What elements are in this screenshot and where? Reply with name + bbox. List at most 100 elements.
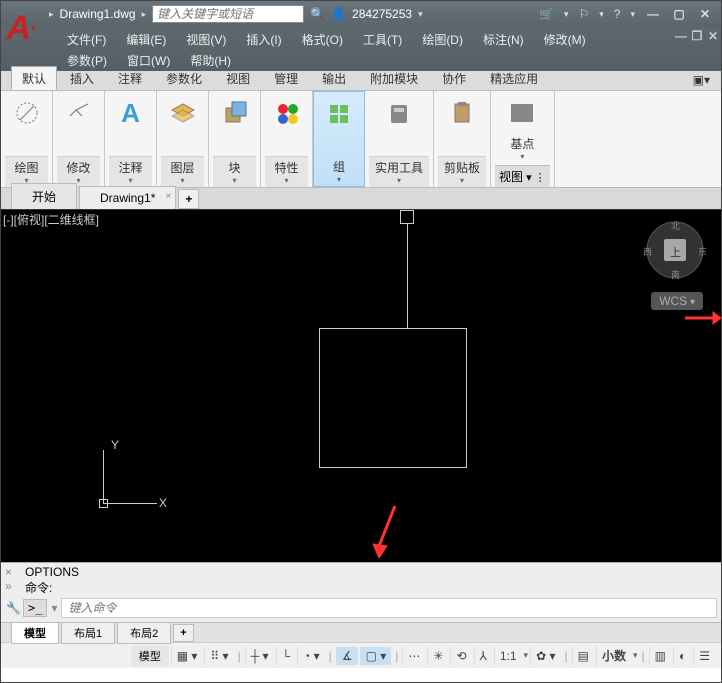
layout-tabs: 模型 布局1 布局2 + bbox=[1, 622, 721, 642]
layout-tab-2[interactable]: 布局2 bbox=[117, 622, 171, 644]
status-bar: 模型 ▦ ▾ ⠿ ▾ | ┼ ▾ └ ◔ ▾ | ∡ ▢ ▾ | ⋯ ✳ ⟲ ⅄… bbox=[1, 642, 721, 668]
osnap-icon[interactable]: ∡ bbox=[336, 647, 358, 665]
maximize-button[interactable]: ▢ bbox=[671, 7, 687, 21]
clean-screen-icon[interactable]: ◐ bbox=[673, 647, 691, 665]
search-input[interactable] bbox=[152, 5, 304, 23]
units-label[interactable]: 小数 bbox=[596, 645, 631, 666]
help-icon[interactable]: ? bbox=[614, 7, 621, 21]
viewport-label[interactable]: [-][俯视][二维线框] bbox=[3, 211, 99, 228]
ribbon-panel-modify[interactable]: 修改▾ bbox=[53, 91, 105, 187]
ribbon-tab-manage[interactable]: 管理 bbox=[263, 66, 309, 90]
ortho-icon[interactable]: ┼ ▾ bbox=[245, 647, 274, 665]
child-minimize-button[interactable]: — bbox=[673, 29, 689, 50]
status-model[interactable]: 模型 bbox=[131, 646, 169, 666]
menu-dimension[interactable]: 标注(N) bbox=[473, 29, 534, 50]
doc-dropdown-icon[interactable]: ▸ bbox=[142, 9, 147, 20]
menu-modify[interactable]: 修改(M) bbox=[534, 29, 596, 50]
view-cube[interactable]: 上 北 南 西 东 bbox=[645, 220, 705, 280]
ribbon-tabs: 默认 插入 注释 参数化 视图 管理 输出 附加模块 协作 精选应用 ▣▾ bbox=[1, 71, 721, 91]
drawing-viewport[interactable]: [-][俯视][二维线框] Y X 上 北 南 西 东 WCS ▾ bbox=[1, 210, 721, 562]
wrench-icon[interactable]: 🔧 bbox=[6, 601, 21, 615]
ribbon-panel-group[interactable]: 组▾ bbox=[313, 91, 365, 187]
ribbon-tab-addins[interactable]: 附加模块 bbox=[359, 66, 429, 90]
child-close-button[interactable]: ✕ bbox=[705, 29, 721, 50]
otrack-icon[interactable]: ▢ ▾ bbox=[360, 647, 392, 665]
cart-icon[interactable]: 🛒 bbox=[539, 7, 554, 21]
menu-view[interactable]: 视图(V) bbox=[176, 29, 236, 50]
transparency-icon[interactable]: ✳ bbox=[427, 647, 448, 665]
drawing-handle bbox=[400, 210, 414, 224]
ribbon-tab-annotate[interactable]: 注释 bbox=[107, 66, 153, 90]
username[interactable]: 284275253 bbox=[352, 7, 412, 21]
tab-start[interactable]: 开始 bbox=[11, 183, 77, 209]
ribbon-tab-collab[interactable]: 协作 bbox=[431, 66, 477, 90]
ribbon-tab-insert[interactable]: 插入 bbox=[59, 66, 105, 90]
menu-file[interactable]: 文件(F) bbox=[57, 29, 116, 50]
ribbon: 默认 插入 注释 参数化 视图 管理 输出 附加模块 协作 精选应用 ▣▾ 绘图… bbox=[1, 71, 721, 188]
minimize-button[interactable]: — bbox=[645, 7, 661, 21]
ribbon-tab-parametric[interactable]: 参数化 bbox=[155, 66, 213, 90]
close-tab-icon[interactable]: × bbox=[166, 191, 172, 202]
layout-tab-1[interactable]: 布局1 bbox=[61, 622, 115, 644]
user-dropdown-icon[interactable]: ▾ bbox=[418, 9, 423, 20]
ribbon-panel-block[interactable]: 块▾ bbox=[209, 91, 261, 187]
isodraft-icon[interactable]: ◔ ▾ bbox=[297, 647, 325, 665]
cycling-icon[interactable]: ⟲ bbox=[450, 647, 471, 665]
base-icon bbox=[504, 95, 540, 131]
annotation-arrow-down bbox=[371, 502, 401, 558]
close-button[interactable]: ✕ bbox=[697, 7, 713, 21]
share-icon[interactable]: ⚐ bbox=[578, 7, 589, 21]
ribbon-tab-output[interactable]: 输出 bbox=[311, 66, 357, 90]
menu-insert[interactable]: 插入(I) bbox=[236, 29, 291, 50]
binoculars-icon[interactable]: 🔍 bbox=[310, 7, 325, 21]
group-icon bbox=[321, 96, 357, 132]
close-cmd-icon[interactable]: ×» bbox=[5, 565, 12, 593]
command-prompt-icon[interactable]: >_ bbox=[23, 599, 47, 617]
app-logo-icon: A▾ bbox=[2, 2, 40, 54]
menu-draw[interactable]: 绘图(D) bbox=[412, 29, 473, 50]
viewport-dropdown[interactable]: 视图 ▾ ⋮ bbox=[495, 165, 550, 187]
annoscale-icon[interactable]: ⅄ bbox=[474, 647, 492, 665]
quickprops-icon[interactable]: ▥ bbox=[649, 647, 671, 665]
layout-tab-model[interactable]: 模型 bbox=[11, 622, 59, 644]
ribbon-panel-utilities[interactable]: 实用工具▾ bbox=[365, 91, 434, 187]
child-restore-button[interactable]: ❐ bbox=[689, 29, 705, 50]
drawing-rectangle bbox=[319, 328, 467, 468]
command-history: ×» OPTIONS 命令: bbox=[1, 563, 721, 596]
units-icon[interactable]: ▤ bbox=[572, 647, 594, 665]
ribbon-panel-properties[interactable]: 特性▾ bbox=[261, 91, 313, 187]
ribbon-panel-layers[interactable]: 图层▾ bbox=[157, 91, 209, 187]
wcs-badge[interactable]: WCS ▾ bbox=[651, 292, 703, 310]
properties-icon bbox=[269, 95, 305, 131]
ribbon-tab-launcher-icon[interactable]: ▣▾ bbox=[682, 69, 721, 90]
gear-icon[interactable]: ✿ ▾ bbox=[530, 647, 560, 665]
lineweight-icon[interactable]: ⋯ bbox=[402, 647, 425, 665]
utilities-icon bbox=[381, 95, 417, 131]
scale-label[interactable]: 1:1 bbox=[494, 647, 522, 665]
menu-edit[interactable]: 编辑(E) bbox=[116, 29, 176, 50]
ribbon-panel-base[interactable]: 基点▾ 视图 ▾ ⋮ bbox=[491, 91, 555, 187]
menu-format[interactable]: 格式(O) bbox=[292, 29, 353, 50]
ribbon-panel-clipboard[interactable]: 剪贴板▾ bbox=[434, 91, 491, 187]
ribbon-tab-view[interactable]: 视图 bbox=[215, 66, 261, 90]
customize-icon[interactable]: ☰ bbox=[693, 647, 715, 665]
line-icon bbox=[9, 95, 45, 131]
ribbon-tab-featured[interactable]: 精选应用 bbox=[479, 66, 549, 90]
ribbon-panel-annotation[interactable]: A 注释▾ bbox=[105, 91, 157, 187]
drawing-line bbox=[407, 224, 408, 328]
ribbon-panel-draw[interactable]: 绘图▾ bbox=[1, 91, 53, 187]
command-input[interactable] bbox=[61, 598, 717, 618]
document-tabs: 开始 Drawing1*× + bbox=[1, 188, 721, 210]
menu-bar: 文件(F) 编辑(E) 视图(V) 插入(I) 格式(O) 工具(T) 绘图(D… bbox=[1, 27, 721, 71]
menu-tools[interactable]: 工具(T) bbox=[353, 29, 412, 50]
user-icon[interactable]: 👤 bbox=[331, 7, 346, 21]
polar-icon[interactable]: └ bbox=[276, 647, 296, 665]
ribbon-tab-default[interactable]: 默认 bbox=[11, 66, 57, 90]
new-tab-button[interactable]: + bbox=[178, 189, 199, 209]
add-layout-button[interactable]: + bbox=[173, 624, 193, 642]
tab-drawing[interactable]: Drawing1*× bbox=[79, 186, 176, 209]
snap-icon[interactable]: ⠿ ▾ bbox=[204, 647, 233, 665]
qat-dropdown-icon[interactable]: ▸ bbox=[49, 9, 54, 20]
grid-icon[interactable]: ▦ ▾ bbox=[171, 647, 203, 665]
text-icon: A bbox=[113, 95, 149, 131]
